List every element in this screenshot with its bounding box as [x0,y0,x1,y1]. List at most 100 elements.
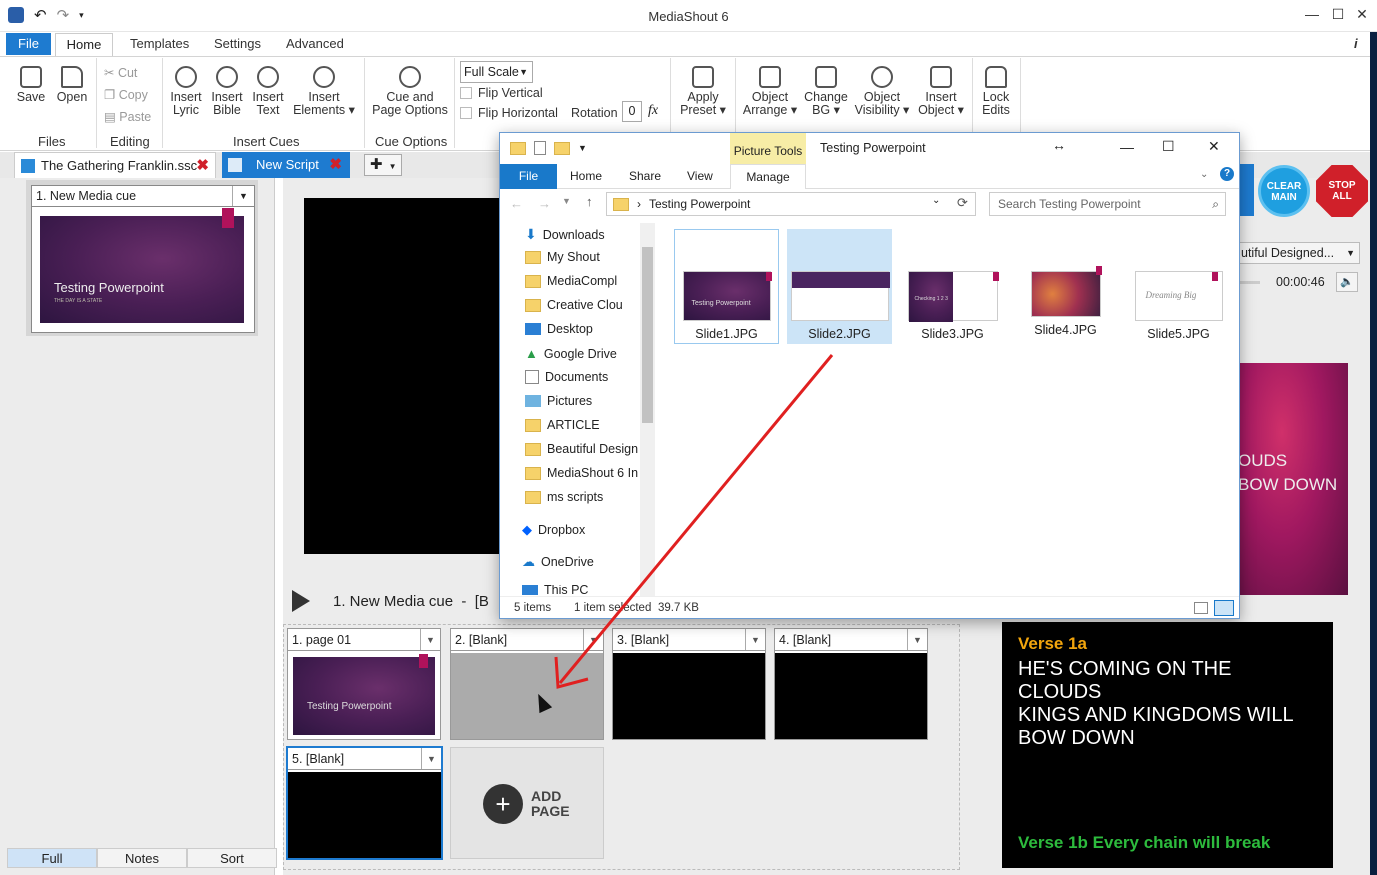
properties-icon[interactable] [534,141,546,155]
explorer-tab-file[interactable]: File [500,164,557,189]
flip-vertical-checkbox[interactable]: Flip Vertical [460,86,543,100]
tab-notes[interactable]: Notes [97,848,187,868]
main-preview-canvas[interactable] [304,198,500,554]
file-thumbnail [790,271,890,321]
forward-arrow-icon[interactable]: → [538,196,551,211]
refresh-icon[interactable]: ⟳ [957,195,968,211]
layers-icon [759,66,781,88]
script-icon [21,159,35,173]
explorer-tab-share[interactable]: Share [629,169,661,183]
grid-icon [313,66,335,88]
live-preview[interactable]: OUDS BOW DOWN [1238,363,1348,595]
explorer-minimize-button[interactable]: — [1120,139,1134,155]
volume-icon[interactable]: 🔈 [1336,272,1358,292]
close-button[interactable]: ✕ [1347,6,1377,26]
chevron-down-icon[interactable]: ▼ [421,748,441,769]
chevron-down-icon[interactable]: ▼ [232,186,254,206]
undo-icon[interactable]: ↶ [34,6,47,24]
lock-edits-button[interactable]: Lock Edits [976,66,1016,117]
documents-icon [525,370,539,384]
scale-select[interactable]: Full Scale ▼ [460,61,533,83]
folder-open-icon [61,66,83,88]
sliders-icon [399,66,421,88]
doc-tab-new-script[interactable]: New Script ✖ [222,152,350,178]
insert-lyric-button[interactable]: Insert Lyric [166,66,206,117]
fx-button[interactable]: fx [648,103,658,119]
progress-track[interactable] [1240,281,1260,284]
explorer-close-button[interactable]: ✕ [1208,138,1220,155]
clear-main-button[interactable]: CLEAR MAIN [1258,165,1310,217]
close-tab-icon[interactable]: ✖ [196,153,209,179]
scissors-icon: ✂ [104,66,118,80]
apply-preset-button[interactable]: Apply Preset ▾ [676,66,730,117]
theme-select[interactable]: utiful Designed... ▼ [1238,242,1360,264]
stop-all-button[interactable]: STOP ALL [1316,165,1368,217]
redo-icon[interactable]: ↷ [57,6,70,24]
rotation-input[interactable]: 0 [622,101,642,122]
page-card-selected[interactable]: 5. [Blank] ▼ [286,746,443,860]
play-icon[interactable] [292,590,310,612]
object-visibility-button[interactable]: Object Visibility ▾ [853,66,911,117]
details-view-icon[interactable] [1194,602,1208,614]
tab-templates[interactable]: Templates [130,36,189,51]
insert-bible-button[interactable]: Insert Bible [207,66,247,117]
insert-text-button[interactable]: Insert Text [248,66,288,117]
explorer-tab-view[interactable]: View [687,169,713,183]
add-page-button[interactable]: + ADD PAGE [450,747,604,859]
chevron-down-icon[interactable]: ⌄ [1200,169,1208,180]
tab-home[interactable]: Home [55,33,113,57]
help-icon[interactable]: ? [1220,167,1234,181]
insert-elements-button[interactable]: Insert Elements ▾ [291,66,357,117]
paste-button[interactable]: ▤ Paste [104,109,151,124]
nav-item-mediacompl[interactable]: MediaCompl [525,274,617,288]
search-input[interactable]: Search Testing Powerpoint ⌕ [989,192,1226,216]
tab-settings[interactable]: Settings [214,36,261,51]
open-button[interactable]: Open [55,66,89,104]
file-item-content: Dreaming Big Slide5.JPG [1126,271,1231,341]
nav-item-creative-cloud[interactable]: Creative Clou [525,298,623,312]
back-arrow-icon[interactable]: ← [510,196,523,211]
insert-object-button[interactable]: Insert Object ▾ [914,66,968,117]
cut-button[interactable]: ✂ Cut [104,65,137,80]
tab-advanced[interactable]: Advanced [286,36,344,51]
nav-item-my-shout[interactable]: My Shout [525,250,600,264]
explorer-tab-manage[interactable]: Manage [730,164,806,189]
cross-icon [216,66,238,88]
lyrics-preview[interactable]: Verse 1a HE'S COMING ON THE CLOUDS KINGS… [1002,622,1333,868]
customize-qat-icon[interactable]: ▾ [79,10,84,21]
tab-file[interactable]: File [6,33,51,55]
explorer-tab-home[interactable]: Home [570,169,602,183]
up-arrow-icon[interactable]: ↑ [586,194,593,209]
page-card[interactable]: 1. page 01 ▼ Testing Powerpoint [287,628,441,740]
change-bg-button[interactable]: Change BG ▾ [802,66,850,117]
save-button[interactable]: Save [14,66,48,104]
chevron-down-icon[interactable]: ▼ [420,629,440,650]
explorer-title: Testing Powerpoint [820,141,926,155]
copy-button[interactable]: ❐ Copy [104,87,148,102]
info-icon[interactable]: i [1354,36,1358,51]
explorer-maximize-button[interactable]: ☐ [1162,138,1175,155]
nav-item-downloads[interactable]: ⬇ Downloads [525,226,605,243]
chevron-down-icon[interactable]: ▼ [578,143,587,153]
recent-chevron-icon[interactable]: ▼ [562,196,571,206]
chevron-down-icon[interactable]: ▼ [907,629,927,650]
address-bar[interactable]: › Testing Powerpoint [606,192,976,216]
slide-accent [992,272,999,281]
doc-tab-gathering[interactable]: The Gathering Franklin.ssc ✖ [14,152,216,178]
object-arrange-button[interactable]: Object Arrange ▾ [740,66,800,117]
chevron-down-icon[interactable]: ⌄ [932,195,940,206]
add-script-button[interactable]: ✚ ▼ [364,154,402,176]
cue-item[interactable]: 1. New Media cue ▼ Testing Powerpoint TH… [31,185,255,333]
new-folder-icon[interactable] [554,141,570,155]
cue-page-options-button[interactable]: Cue and Page Options [370,66,450,117]
preview-line: OUDS [1238,451,1288,470]
tab-sort[interactable]: Sort [187,848,277,868]
chevron-down-icon: ▼ [388,162,397,171]
nav-item-desktop[interactable]: Desktop [525,322,593,336]
thumbnails-view-icon[interactable] [1214,600,1234,616]
resize-cursor-icon: ↔ [1052,137,1066,153]
close-tab-icon[interactable]: ✖ [329,152,342,178]
tab-full[interactable]: Full [7,848,97,868]
flip-horizontal-checkbox[interactable]: Flip Horizontal [460,106,558,120]
app-title: MediaShout 6 [648,9,729,24]
